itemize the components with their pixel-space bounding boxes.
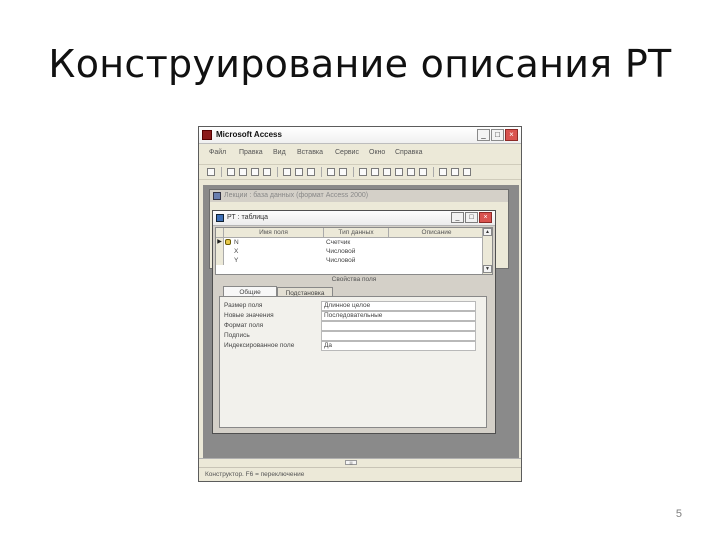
- save-icon[interactable]: [227, 168, 235, 176]
- menu-bar: Файл Правка Вид Вставка Сервис Окно Спра…: [199, 147, 521, 160]
- field-properties-label: Свойства поля: [331, 276, 377, 283]
- maximize-button[interactable]: □: [491, 129, 504, 141]
- grid-vertical-scrollbar[interactable]: ▲ ▼: [482, 228, 492, 274]
- property-row: Размер поля Длинное целое: [224, 301, 476, 311]
- scroll-up-icon[interactable]: ▲: [483, 228, 492, 236]
- toolbar-separator: [277, 167, 278, 177]
- redo-icon[interactable]: [339, 168, 347, 176]
- data-type-cell[interactable]: Числовой: [324, 256, 389, 265]
- database-window-icon[interactable]: [439, 168, 447, 176]
- description-cell[interactable]: [389, 247, 484, 256]
- property-name: Подпись: [224, 332, 250, 339]
- property-name: Индексированное поле: [224, 342, 295, 349]
- column-header-description: Описание: [421, 229, 452, 236]
- mdi-workspace: Лекции : база данных (формат Access 2000…: [203, 185, 519, 465]
- property-value-field-size[interactable]: Длинное целое: [321, 301, 476, 311]
- property-name: Формат поля: [224, 322, 264, 329]
- data-type-cell[interactable]: Счетчик: [324, 238, 389, 247]
- cut-icon[interactable]: [283, 168, 291, 176]
- new-object-icon[interactable]: [451, 168, 459, 176]
- scroll-thumb[interactable]: |||: [345, 460, 357, 465]
- table-row[interactable]: Y Числовой: [216, 256, 484, 265]
- grid-header: Имя поля Тип данных Описание: [216, 228, 484, 238]
- property-row: Формат поля: [224, 321, 476, 331]
- toolbar-separator: [433, 167, 434, 177]
- horizontal-scrollbar[interactable]: |||: [199, 458, 521, 467]
- table-minimize-button[interactable]: _: [451, 212, 464, 223]
- build-icon[interactable]: [419, 168, 427, 176]
- spelling-icon[interactable]: [263, 168, 271, 176]
- paste-icon[interactable]: [307, 168, 315, 176]
- primary-key-icon[interactable]: [359, 168, 367, 176]
- table-close-button[interactable]: ×: [479, 212, 492, 223]
- property-value-indexed[interactable]: Да: [321, 341, 476, 351]
- property-row: Индексированное поле Да: [224, 341, 476, 351]
- menu-window[interactable]: Окно: [369, 149, 385, 156]
- scroll-down-icon[interactable]: ▼: [483, 265, 492, 273]
- table-row[interactable]: ▶ N Счетчик: [216, 238, 484, 247]
- field-name-cell[interactable]: N: [232, 238, 324, 247]
- menu-edit[interactable]: Правка: [239, 149, 263, 156]
- table-window-titlebar[interactable]: РТ : таблица _ □ ×: [213, 211, 495, 226]
- print-preview-icon[interactable]: [251, 168, 259, 176]
- access-screenshot: Microsoft Access _ □ × Файл Правка Вид В…: [198, 126, 522, 482]
- properties-icon[interactable]: [407, 168, 415, 176]
- field-grid: Имя поля Тип данных Описание ▶ N Счетчик…: [215, 227, 493, 275]
- access-app-icon: [202, 130, 212, 140]
- page-number: 5: [675, 508, 682, 520]
- table-design-window: РТ : таблица _ □ × Имя поля Тип данных О…: [212, 210, 496, 434]
- primary-key-icon: [225, 239, 231, 245]
- description-cell[interactable]: [389, 256, 484, 265]
- database-icon: [213, 192, 221, 200]
- property-row: Новые значения Последовательные: [224, 311, 476, 321]
- toolbar: [199, 164, 521, 180]
- toolbar-separator: [321, 167, 322, 177]
- property-value-new-values[interactable]: Последовательные: [321, 311, 476, 321]
- row-selector[interactable]: [216, 256, 224, 265]
- row-selector-arrow-icon[interactable]: ▶: [216, 238, 224, 247]
- status-bar: Конструктор. F6 = переключение: [199, 467, 521, 481]
- copy-icon[interactable]: [295, 168, 303, 176]
- field-name-cell[interactable]: Y: [232, 256, 324, 265]
- indexes-icon[interactable]: [371, 168, 379, 176]
- insert-rows-icon[interactable]: [383, 168, 391, 176]
- undo-icon[interactable]: [327, 168, 335, 176]
- data-type-cell[interactable]: Числовой: [324, 247, 389, 256]
- property-row: Подпись: [224, 331, 476, 341]
- property-value-caption[interactable]: [321, 331, 476, 341]
- table-maximize-button[interactable]: □: [465, 212, 478, 223]
- menu-insert[interactable]: Вставка: [297, 149, 323, 156]
- minimize-button[interactable]: _: [477, 129, 490, 141]
- description-cell[interactable]: [389, 238, 484, 247]
- column-header-field-name: Имя поля: [224, 228, 324, 237]
- property-name: Размер поля: [224, 302, 263, 309]
- help-icon[interactable]: [463, 168, 471, 176]
- delete-rows-icon[interactable]: [395, 168, 403, 176]
- design-view-icon[interactable]: [207, 168, 215, 176]
- menu-help[interactable]: Справка: [395, 149, 422, 156]
- slide-title: Конструирование описания РТ: [48, 42, 672, 86]
- column-header-data-type: Тип данных: [324, 228, 389, 237]
- menu-view[interactable]: Вид: [273, 149, 286, 156]
- toolbar-separator: [221, 167, 222, 177]
- menu-file[interactable]: Файл: [209, 149, 226, 156]
- close-button[interactable]: ×: [505, 129, 518, 141]
- row-selector-header: [216, 228, 224, 237]
- status-text: Конструктор. F6 = переключение: [205, 471, 305, 478]
- property-name: Новые значения: [224, 312, 274, 319]
- database-window-titlebar[interactable]: Лекции : база данных (формат Access 2000…: [210, 190, 508, 202]
- table-row[interactable]: X Числовой: [216, 247, 484, 256]
- table-window-title: РТ : таблица: [227, 214, 269, 221]
- table-icon: [216, 214, 224, 222]
- print-icon[interactable]: [239, 168, 247, 176]
- app-titlebar: Microsoft Access _ □ ×: [199, 127, 521, 144]
- toolbar-separator: [353, 167, 354, 177]
- menu-tools[interactable]: Сервис: [335, 149, 359, 156]
- field-name-cell[interactable]: X: [232, 247, 324, 256]
- field-properties-panel: Размер поля Длинное целое Новые значения…: [219, 296, 487, 428]
- database-window-title: Лекции : база данных (формат Access 2000…: [224, 192, 369, 199]
- app-title: Microsoft Access: [216, 130, 282, 139]
- row-selector[interactable]: [216, 247, 224, 256]
- property-value-format[interactable]: [321, 321, 476, 331]
